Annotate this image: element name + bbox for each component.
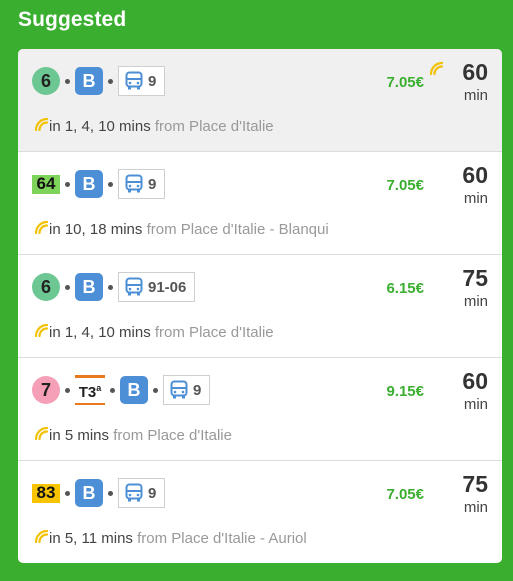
route-chain: 64 B 9: [32, 168, 166, 200]
suggested-routes-list: 6 B 9 7.05€ 60 min in 1, 4, 10 mins from…: [18, 49, 502, 563]
route-chain: 7 T3a B 9: [32, 374, 211, 406]
bus-line-number: 9: [193, 381, 202, 399]
separator-dot: [65, 78, 70, 84]
departure-times: in 1, 4, 10 mins: [49, 118, 151, 135]
duration-value: 60: [462, 59, 488, 85]
route-option[interactable]: 6 B 9 7.05€ 60 min in 1, 4, 10 mins from…: [18, 49, 502, 152]
bus-mode-badge: B: [75, 479, 103, 507]
duration-unit: min: [463, 499, 488, 516]
realtime-signal-icon: [34, 529, 49, 548]
line-badge: 6: [32, 273, 60, 301]
route-price: 7.05€: [386, 177, 424, 194]
separator-dot: [65, 490, 70, 496]
tram-line-badge: T3a: [75, 375, 105, 405]
bus-line-number: 9: [148, 72, 157, 90]
duration-unit: min: [463, 87, 488, 104]
route-price: 7.05€: [386, 486, 424, 503]
duration-value: 75: [462, 471, 488, 497]
route-price: 6.15€: [386, 280, 424, 297]
bus-line-box: 91-06: [118, 272, 196, 302]
route-duration: 75 min: [438, 265, 488, 311]
bus-mode-badge: B: [75, 67, 103, 95]
line-badge: 7: [32, 376, 60, 404]
route-duration: 75 min: [438, 471, 488, 517]
departure-times: in 10, 18 mins: [49, 221, 143, 238]
separator-dot: [153, 387, 158, 393]
duration-unit: min: [463, 293, 488, 310]
route-price: 7.05€: [386, 74, 424, 91]
separator-dot: [108, 78, 113, 84]
route-duration: 60 min: [438, 162, 488, 208]
bus-mode-badge: B: [75, 170, 103, 198]
departure-times: in 5, 11 mins: [49, 530, 133, 547]
route-option[interactable]: 64 B 9 7.05€ 60 min in 10, 18 mins from …: [18, 152, 502, 255]
departure-info: in 5 mins from Place d'Italie: [49, 427, 232, 444]
separator-dot: [65, 387, 70, 393]
page-title: Suggested: [18, 8, 127, 31]
route-chain: 6 B 9: [32, 65, 166, 97]
bus-icon: [125, 483, 143, 503]
separator-dot: [108, 490, 113, 496]
bus-line-number: 9: [148, 175, 157, 193]
line-badge: 83: [32, 483, 60, 503]
separator-dot: [65, 181, 70, 187]
bus-icon: [125, 71, 143, 91]
bus-line-number: 9: [148, 484, 157, 502]
bus-line-box: 9: [118, 169, 166, 199]
departure-stop: from Place d'Italie: [113, 427, 232, 444]
separator-dot: [108, 284, 113, 290]
duration-unit: min: [463, 190, 488, 207]
realtime-signal-icon: [34, 323, 49, 342]
line-badge: 64: [32, 174, 60, 194]
bus-icon: [125, 174, 143, 194]
duration-value: 75: [462, 265, 488, 291]
departure-stop: from Place d'Italie - Auriol: [137, 530, 307, 547]
route-price: 9.15€: [386, 383, 424, 400]
bus-icon: [170, 380, 188, 400]
bus-line-box: 9: [118, 66, 166, 96]
line-badge: 6: [32, 67, 60, 95]
route-chain: 83 B 9: [32, 477, 166, 509]
route-option[interactable]: 7 T3a B 9 9.15€ 60 min in 5 mins from Pl…: [18, 358, 502, 461]
departure-stop: from Place d'Italie: [154, 324, 274, 341]
departure-info: in 1, 4, 10 mins from Place d'Italie: [49, 324, 274, 341]
tram-bar: [75, 402, 105, 405]
bus-line-number: 91-06: [148, 278, 187, 296]
bus-mode-badge: B: [120, 376, 148, 404]
duration-value: 60: [462, 162, 488, 188]
departure-info: in 5, 11 mins from Place d'Italie - Auri…: [49, 530, 307, 547]
separator-dot: [110, 387, 115, 393]
separator-dot: [108, 181, 113, 187]
departure-times: in 5 mins: [49, 427, 110, 444]
departure-info: in 1, 4, 10 mins from Place d'Italie: [49, 118, 274, 135]
departure-times: in 1, 4, 10 mins: [49, 324, 151, 341]
route-option[interactable]: 83 B 9 7.05€ 75 min in 5, 11 mins from P…: [18, 461, 502, 563]
realtime-signal-icon: [34, 220, 49, 239]
route-option[interactable]: 6 B 91-06 6.15€ 75 min in 1, 4, 10 mins …: [18, 255, 502, 358]
tram-line-label: T3a: [78, 382, 102, 401]
bus-icon: [125, 277, 143, 297]
realtime-signal-icon: [34, 426, 49, 445]
bus-line-box: 9: [118, 478, 166, 508]
route-duration: 60 min: [438, 59, 488, 105]
route-duration: 60 min: [438, 368, 488, 414]
duration-value: 60: [462, 368, 488, 394]
route-chain: 6 B 91-06: [32, 271, 196, 303]
duration-unit: min: [463, 396, 488, 413]
bus-line-box: 9: [163, 375, 211, 405]
realtime-signal-icon: [34, 117, 49, 136]
bus-mode-badge: B: [75, 273, 103, 301]
departure-info: in 10, 18 mins from Place d'Italie - Bla…: [49, 221, 329, 238]
separator-dot: [65, 284, 70, 290]
departure-stop: from Place d'Italie: [154, 118, 274, 135]
departure-stop: from Place d'Italie - Blanqui: [146, 221, 329, 238]
